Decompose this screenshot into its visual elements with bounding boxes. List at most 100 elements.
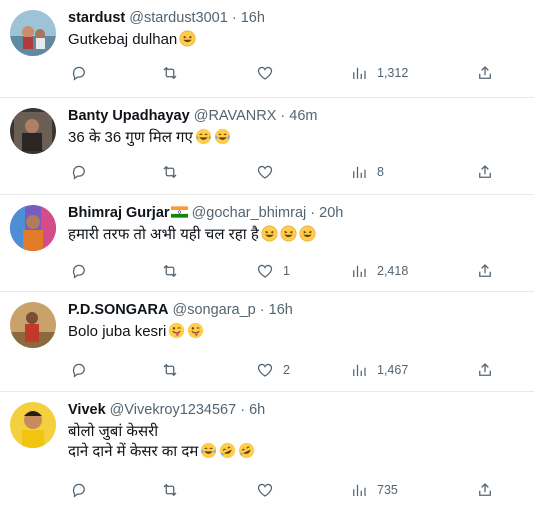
tweet-text-line: 36 के 36 गुण मिल गए: [68, 129, 193, 146]
tweet[interactable]: Vivek @Vivekroy1234567 · 6h बोलो जुबां क…: [0, 392, 534, 512]
tweet-text: हमारी तरफ तो अभी यही चल रहा है: [68, 225, 524, 245]
view-count: 8: [377, 165, 384, 179]
tweet[interactable]: P.D.SONGARA @songara_p · 16h Bolo juba k…: [0, 292, 534, 392]
tweet-text: Gutkebaj dulhan: [68, 30, 524, 50]
retweet-button[interactable]: [161, 480, 188, 500]
views-icon: [353, 67, 366, 79]
share-button[interactable]: [476, 162, 494, 182]
grinning-squinting-emoji-icon: [299, 225, 316, 242]
rolling-laughing-emoji-icon: [238, 442, 255, 459]
display-name[interactable]: P.D.SONGARA: [68, 302, 168, 318]
like-icon: [257, 66, 273, 80]
views-button[interactable]: 1,312: [350, 63, 408, 83]
separator-dot: ·: [231, 10, 237, 26]
grinning-squinting-emoji-icon: [261, 225, 278, 242]
display-name[interactable]: Bhimraj Gurjar: [68, 205, 170, 221]
tweet-header: P.D.SONGARA @songara_p · 16h: [68, 301, 524, 319]
share-button[interactable]: [476, 261, 494, 281]
timestamp[interactable]: 20h: [319, 205, 343, 221]
views-button[interactable]: 1,467: [350, 360, 408, 380]
like-icon: [257, 483, 273, 497]
retweet-button[interactable]: [161, 162, 188, 182]
timestamp[interactable]: 6h: [249, 402, 265, 418]
reply-icon: [72, 363, 85, 378]
user-handle[interactable]: @RAVANRX: [194, 108, 277, 124]
like-count: 1: [283, 264, 290, 278]
tweet-header: Banty Upadhayay @RAVANRX · 46m: [68, 107, 524, 125]
like-icon: [257, 363, 273, 377]
retweet-icon: [163, 264, 177, 278]
share-icon: [479, 483, 491, 496]
reply-button[interactable]: [70, 261, 97, 281]
tweet-text-line: Bolo juba kesri: [68, 323, 167, 340]
like-button[interactable]: 1: [256, 261, 290, 281]
reply-button[interactable]: [70, 480, 97, 500]
reply-button[interactable]: [70, 360, 97, 380]
display-name[interactable]: Vivek: [68, 402, 106, 418]
user-handle[interactable]: @Vivekroy1234567: [110, 402, 237, 418]
rolling-laughing-emoji-icon: [219, 442, 236, 459]
avatar[interactable]: [10, 10, 56, 56]
grinning-squinting-emoji-icon: [179, 30, 196, 47]
reply-button[interactable]: [70, 63, 97, 83]
reply-button[interactable]: [70, 162, 97, 182]
tears-of-joy-emoji-icon: [200, 442, 217, 459]
share-icon: [479, 264, 491, 277]
tears-of-joy-emoji-icon: [214, 128, 231, 145]
action-bar: 1,312: [58, 63, 524, 83]
user-handle[interactable]: @songara_p: [172, 302, 255, 318]
views-button[interactable]: 2,418: [350, 261, 408, 281]
avatar[interactable]: [10, 302, 56, 348]
tweet-text: Bolo juba kesri: [68, 322, 524, 342]
tweet[interactable]: Bhimraj Gurjar @gochar_bhimraj · 20h हमा…: [0, 195, 534, 292]
like-button[interactable]: [256, 162, 283, 182]
tweet[interactable]: Banty Upadhayay @RAVANRX · 46m 36 के 36 …: [0, 98, 534, 195]
winking-tongue-emoji-icon: [168, 322, 185, 339]
like-button[interactable]: 2: [256, 360, 290, 380]
grinning-squinting-emoji-icon: [280, 225, 297, 242]
views-button[interactable]: 8: [350, 162, 384, 182]
share-button[interactable]: [476, 480, 494, 500]
action-bar: 1 2,418: [58, 261, 524, 281]
tweet-text: 36 के 36 गुण मिल गए: [68, 128, 524, 148]
like-button[interactable]: [256, 480, 283, 500]
retweet-button[interactable]: [161, 63, 188, 83]
tears-of-joy-emoji-icon: [195, 128, 212, 145]
timestamp[interactable]: 46m: [289, 108, 317, 124]
like-icon: [257, 165, 273, 179]
retweet-button[interactable]: [161, 360, 188, 380]
share-button[interactable]: [476, 63, 494, 83]
reply-icon: [72, 483, 85, 498]
tweet-header: Bhimraj Gurjar @gochar_bhimraj · 20h: [68, 204, 524, 222]
retweet-icon: [163, 483, 177, 497]
tweet-text-line: Gutkebaj dulhan: [68, 31, 178, 48]
retweet-button[interactable]: [161, 261, 188, 281]
action-bar: 735: [58, 480, 524, 500]
share-icon: [479, 165, 491, 178]
separator-dot: ·: [240, 402, 246, 418]
share-button[interactable]: [476, 360, 494, 380]
user-handle[interactable]: @stardust3001: [129, 10, 228, 26]
like-count: 2: [283, 363, 290, 377]
tweet[interactable]: stardust @stardust3001 · 16h Gutkebaj du…: [0, 0, 534, 98]
winking-tongue-emoji-icon: [187, 322, 204, 339]
avatar[interactable]: [10, 402, 56, 448]
retweet-icon: [163, 165, 177, 179]
retweet-icon: [163, 66, 177, 80]
retweet-icon: [163, 363, 177, 377]
timestamp[interactable]: 16h: [241, 10, 265, 26]
views-button[interactable]: 735: [350, 480, 398, 500]
avatar[interactable]: [10, 108, 56, 154]
like-button[interactable]: [256, 63, 283, 83]
user-handle[interactable]: @gochar_bhimraj: [192, 205, 307, 221]
timestamp[interactable]: 16h: [269, 302, 293, 318]
avatar[interactable]: [10, 205, 56, 251]
reply-icon: [72, 66, 85, 81]
reply-icon: [72, 264, 85, 279]
display-name[interactable]: stardust: [68, 10, 125, 26]
display-name[interactable]: Banty Upadhayay: [68, 108, 190, 124]
views-icon: [353, 364, 366, 376]
share-icon: [479, 66, 491, 79]
action-bar: 8: [58, 162, 524, 182]
views-icon: [353, 166, 366, 178]
